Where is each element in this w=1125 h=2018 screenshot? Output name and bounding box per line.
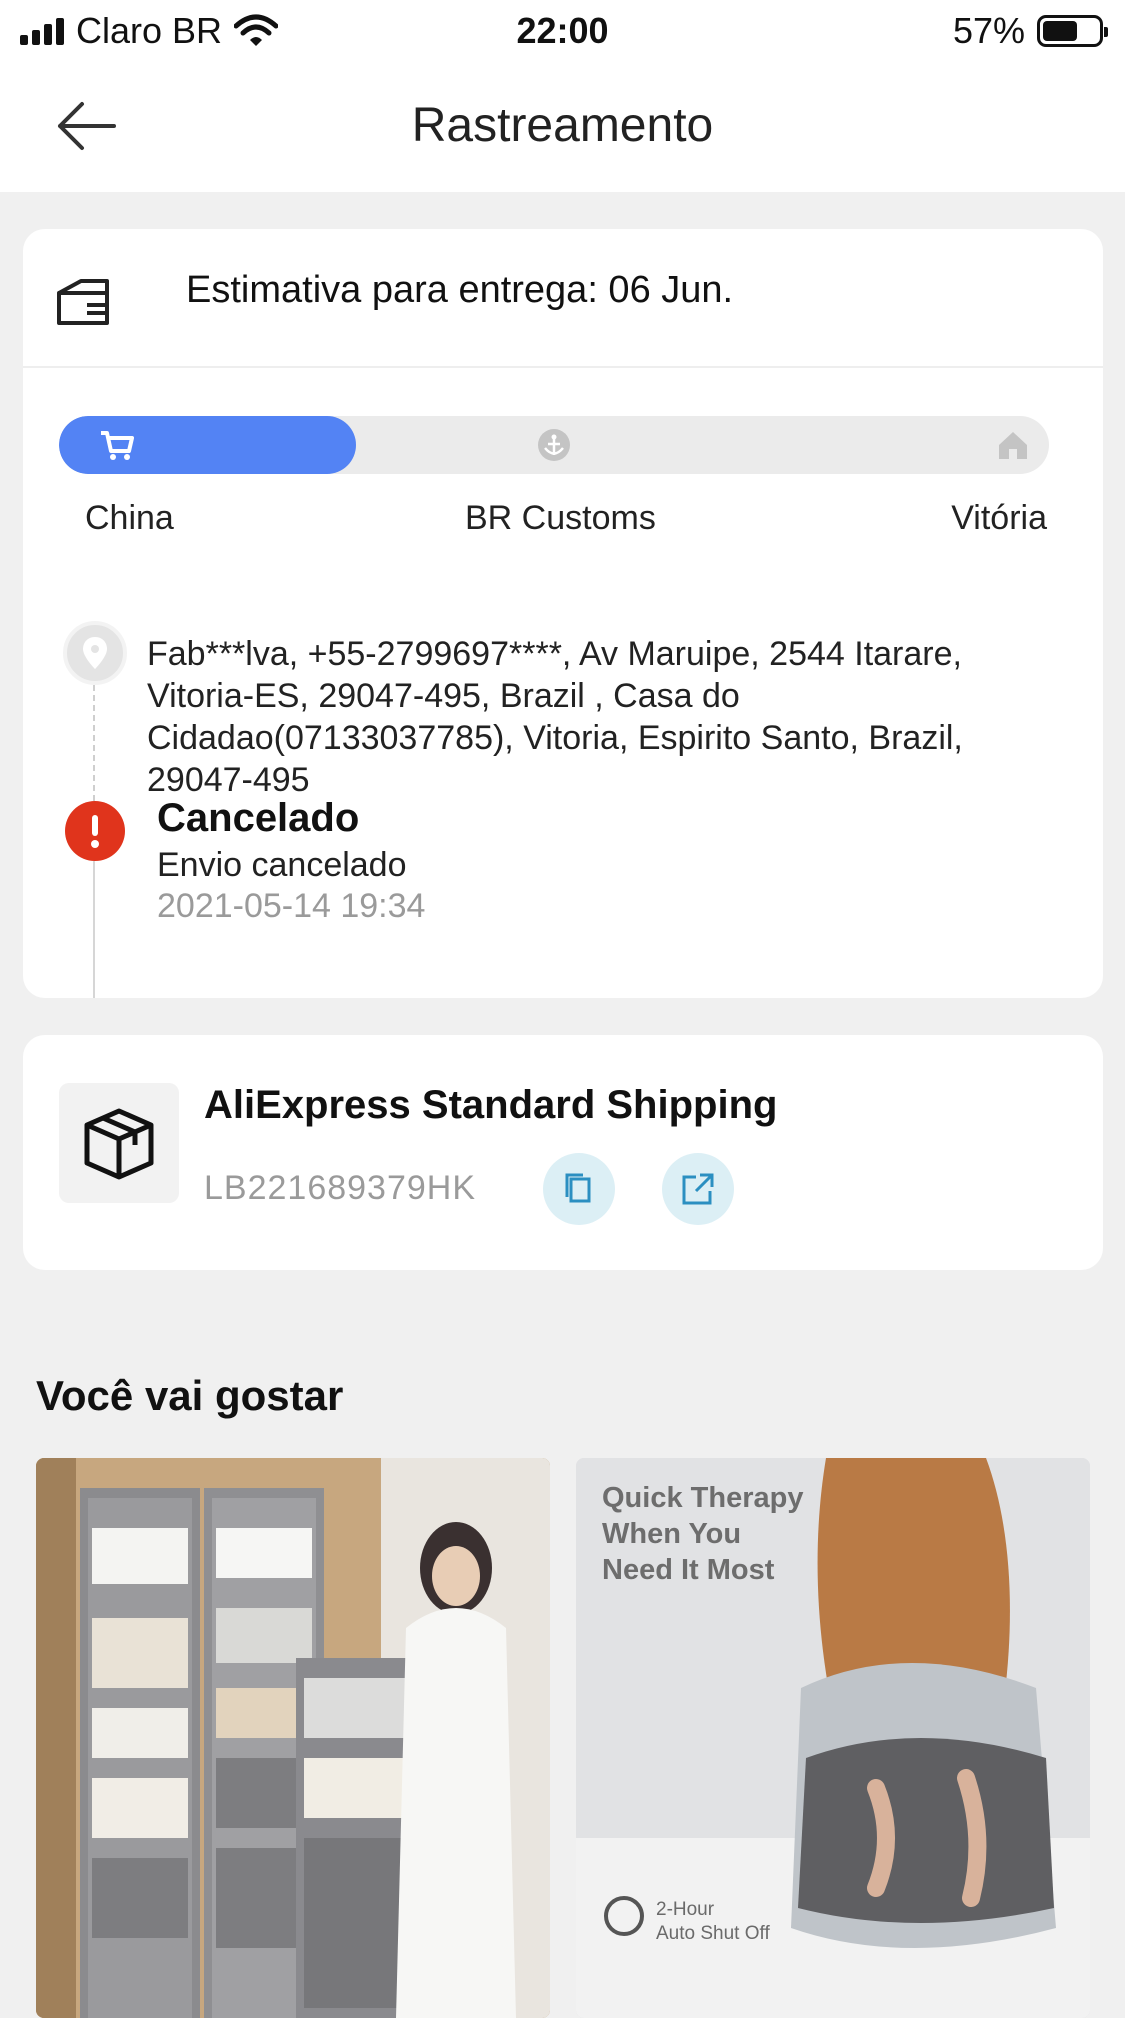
open-tracking-button[interactable] [662, 1153, 734, 1225]
shipping-card: AliExpress Standard Shipping LB221689379… [23, 1035, 1103, 1270]
battery-percent: 57% [952, 10, 1025, 51]
eta-text: Estimativa para entrega: 06 Jun. [186, 269, 734, 311]
stage-label-origin: China [85, 499, 174, 537]
timer-icon [604, 1902, 644, 1942]
external-link-icon [682, 1173, 714, 1205]
battery-icon [1037, 15, 1108, 47]
delivery-box-icon [57, 279, 109, 325]
anchor-icon [538, 429, 570, 461]
copy-button[interactable] [543, 1153, 615, 1225]
timeline-line [93, 861, 95, 998]
product-card[interactable] [36, 1458, 550, 2018]
location-pin-icon [63, 621, 127, 685]
timeline-connector [93, 685, 95, 801]
stage-label-customs: BR Customs [465, 499, 656, 537]
product-badge: 2-Hour Auto Shut Off [604, 1898, 770, 1946]
stage-label-destination: Vitória [951, 499, 1047, 537]
tracking-card: Estimativa para entrega: 06 Jun. China B… [23, 229, 1103, 998]
recommendations-title: Você vai gostar [36, 1372, 344, 1419]
product-headline: Quick Therapy When You Need It Most [602, 1482, 804, 1586]
product-badge-text: 2-Hour Auto Shut Off [656, 1899, 770, 1944]
progress-track [59, 416, 1049, 474]
status-title: Cancelado [157, 796, 360, 840]
cart-icon [101, 431, 134, 460]
package-icon [84, 1108, 154, 1180]
status-description: Envio cancelado [157, 846, 407, 884]
header: Rastreamento [0, 62, 1125, 192]
shipping-method: AliExpress Standard Shipping [204, 1083, 778, 1127]
eta-row: Estimativa para entrega: 06 Jun. [23, 229, 1103, 368]
package-thumbnail [59, 1083, 179, 1203]
closet-organizer-photo [36, 1458, 550, 2018]
status-bar: Claro BR 22:00 57% [0, 0, 1125, 62]
tracking-number: LB221689379HK [204, 1169, 477, 1207]
product-card[interactable]: Quick Therapy When You Need It Most 2-Ho… [576, 1458, 1090, 2018]
delivery-address: Fab***lva, +55-2799697****, Av Maruipe, … [147, 635, 963, 799]
page-title: Rastreamento [411, 99, 714, 152]
copy-icon [565, 1173, 591, 1203]
house-icon [999, 432, 1027, 459]
status-timestamp: 2021-05-14 19:34 [157, 887, 426, 925]
alert-icon [65, 801, 125, 861]
